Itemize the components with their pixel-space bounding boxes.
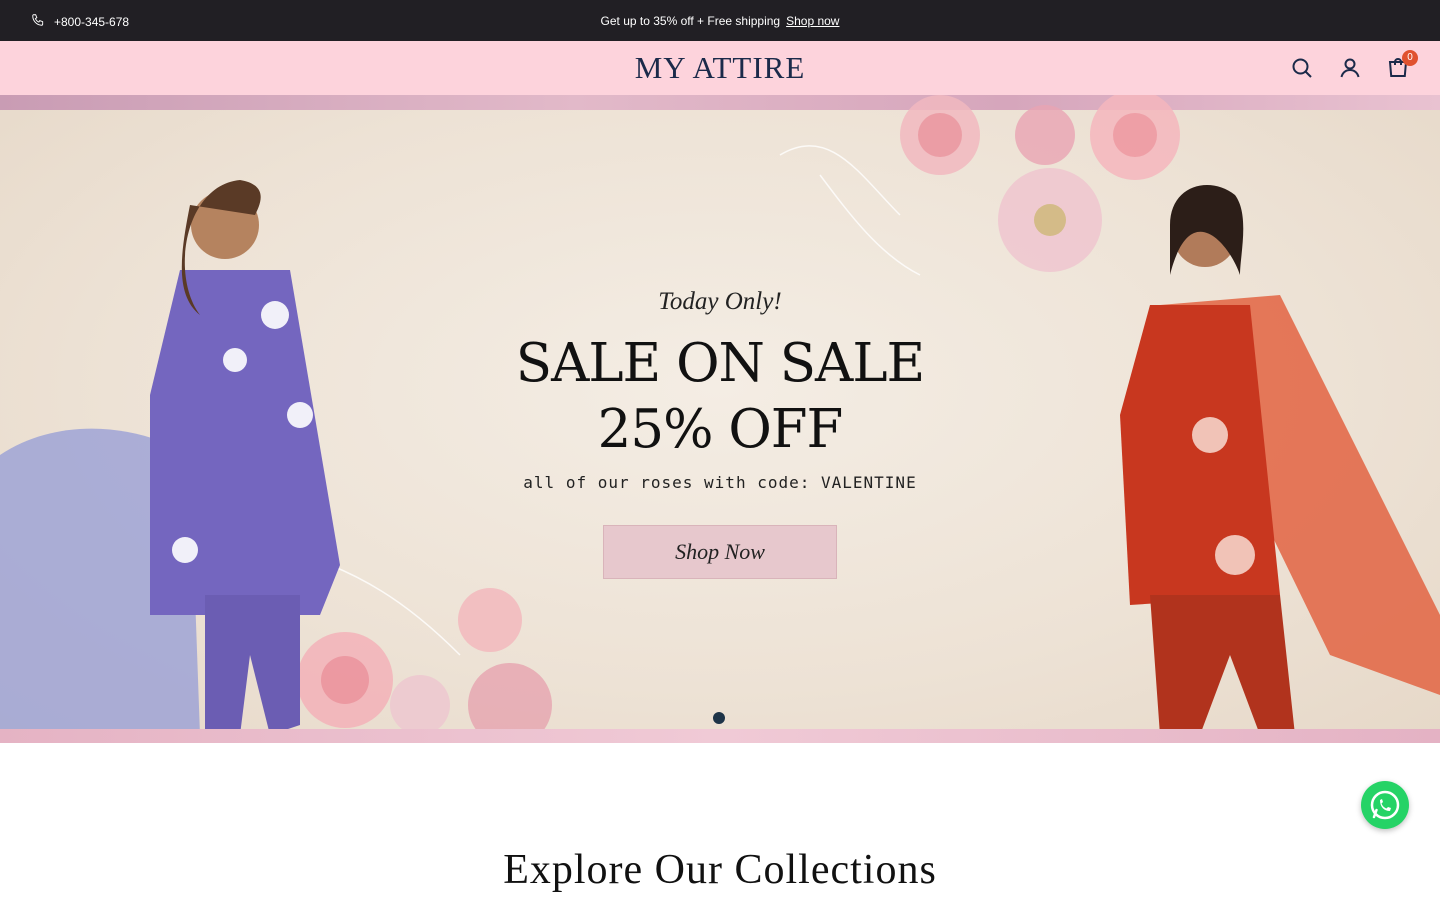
announcement-bar: +800-345-678 Get up to 35% off + Free sh…: [0, 0, 1440, 41]
slider-pagination: [713, 712, 725, 724]
model-right-image: [1120, 185, 1440, 735]
hero-bottom-border: [0, 729, 1440, 743]
promo-message: Get up to 35% off + Free shipping Shop no…: [0, 14, 1440, 28]
rose-cluster-bottom: [297, 564, 552, 743]
hero-banner: Today Only! SALE ON SALE 25% OFF all of …: [0, 95, 1440, 743]
hero-headline-line2: 25% OFF: [597, 399, 844, 460]
search-icon[interactable]: [1290, 56, 1314, 80]
shop-now-button[interactable]: Shop Now: [603, 525, 837, 579]
site-header: MY ATTIRE 0: [0, 41, 1440, 95]
slider-dot-1[interactable]: [713, 712, 725, 724]
promo-text: Get up to 35% off + Free shipping: [600, 14, 781, 28]
collections-heading: Explore Our Collections: [503, 847, 937, 893]
hero-headline: SALE ON SALE 25% OFF: [420, 331, 1020, 463]
header-actions: 0: [1290, 50, 1418, 80]
account-icon[interactable]: [1338, 56, 1362, 80]
whatsapp-icon: [1370, 790, 1400, 820]
hero-kicker: Today Only!: [658, 288, 782, 315]
rose-cluster-top-right: [779, 95, 1180, 276]
site-logo[interactable]: MY ATTIRE: [0, 50, 1440, 86]
hero-headline-line1: SALE ON SALE: [515, 333, 925, 394]
model-left-image: [0, 180, 340, 735]
cart-count-badge: 0: [1402, 50, 1418, 66]
whatsapp-chat-button[interactable]: [1361, 781, 1409, 829]
cart-icon[interactable]: 0: [1386, 50, 1418, 80]
shop-now-link[interactable]: Shop now: [786, 14, 839, 28]
hero-subtext: all of our roses with code: VALENTINE: [523, 473, 917, 492]
